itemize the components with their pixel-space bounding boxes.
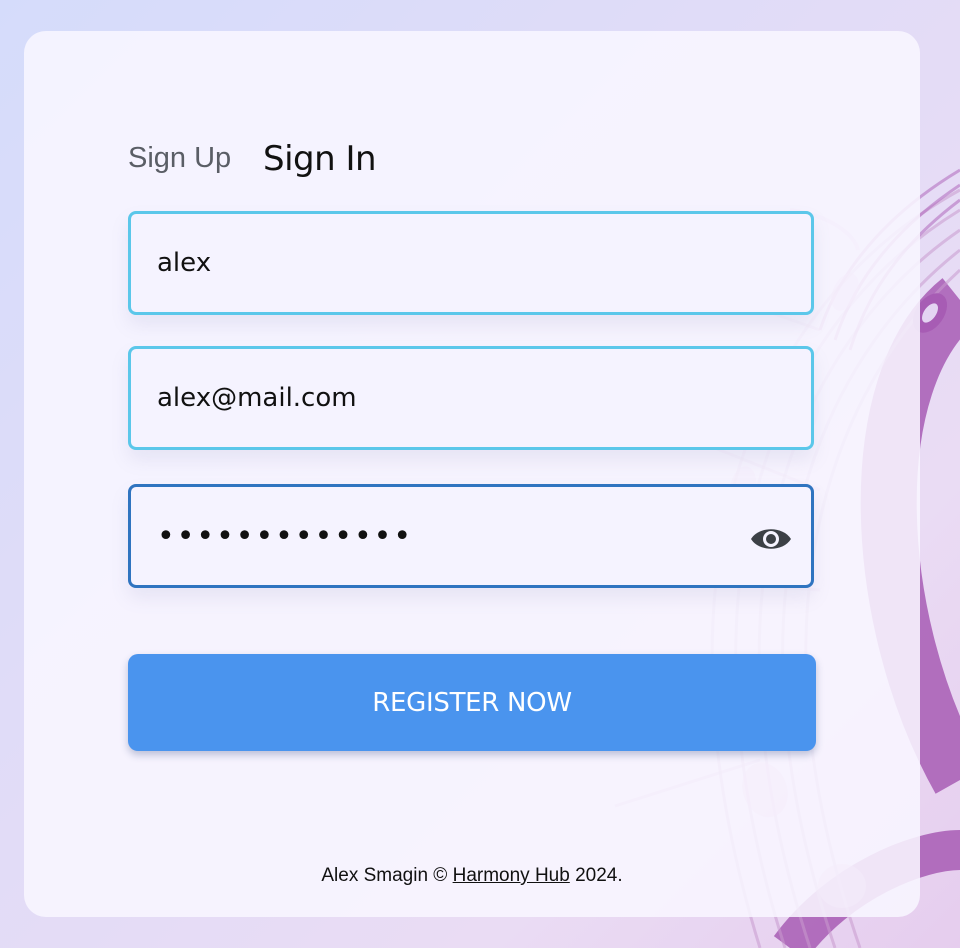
footer-author: Alex Smagin © xyxy=(321,865,448,886)
email-input[interactable] xyxy=(157,349,717,447)
password-input[interactable] xyxy=(157,487,737,585)
footer: Alex Smagin © Harmony Hub 2024. xyxy=(24,865,920,887)
register-button[interactable]: REGISTER NOW xyxy=(128,654,816,751)
harmony-hub-link[interactable]: Harmony Hub xyxy=(453,865,570,886)
auth-card: Sign Up Sign In REGISTER NOW Alex Smagin… xyxy=(24,31,920,917)
footer-year: 2024. xyxy=(575,865,623,886)
username-field xyxy=(128,211,814,315)
tab-sign-up[interactable]: Sign Up xyxy=(128,142,231,175)
email-field xyxy=(128,346,814,450)
tab-sign-in[interactable]: Sign In xyxy=(263,139,377,179)
show-password-button[interactable] xyxy=(749,523,793,555)
username-input[interactable] xyxy=(157,214,717,312)
eye-icon xyxy=(751,529,791,549)
password-field xyxy=(128,484,814,588)
